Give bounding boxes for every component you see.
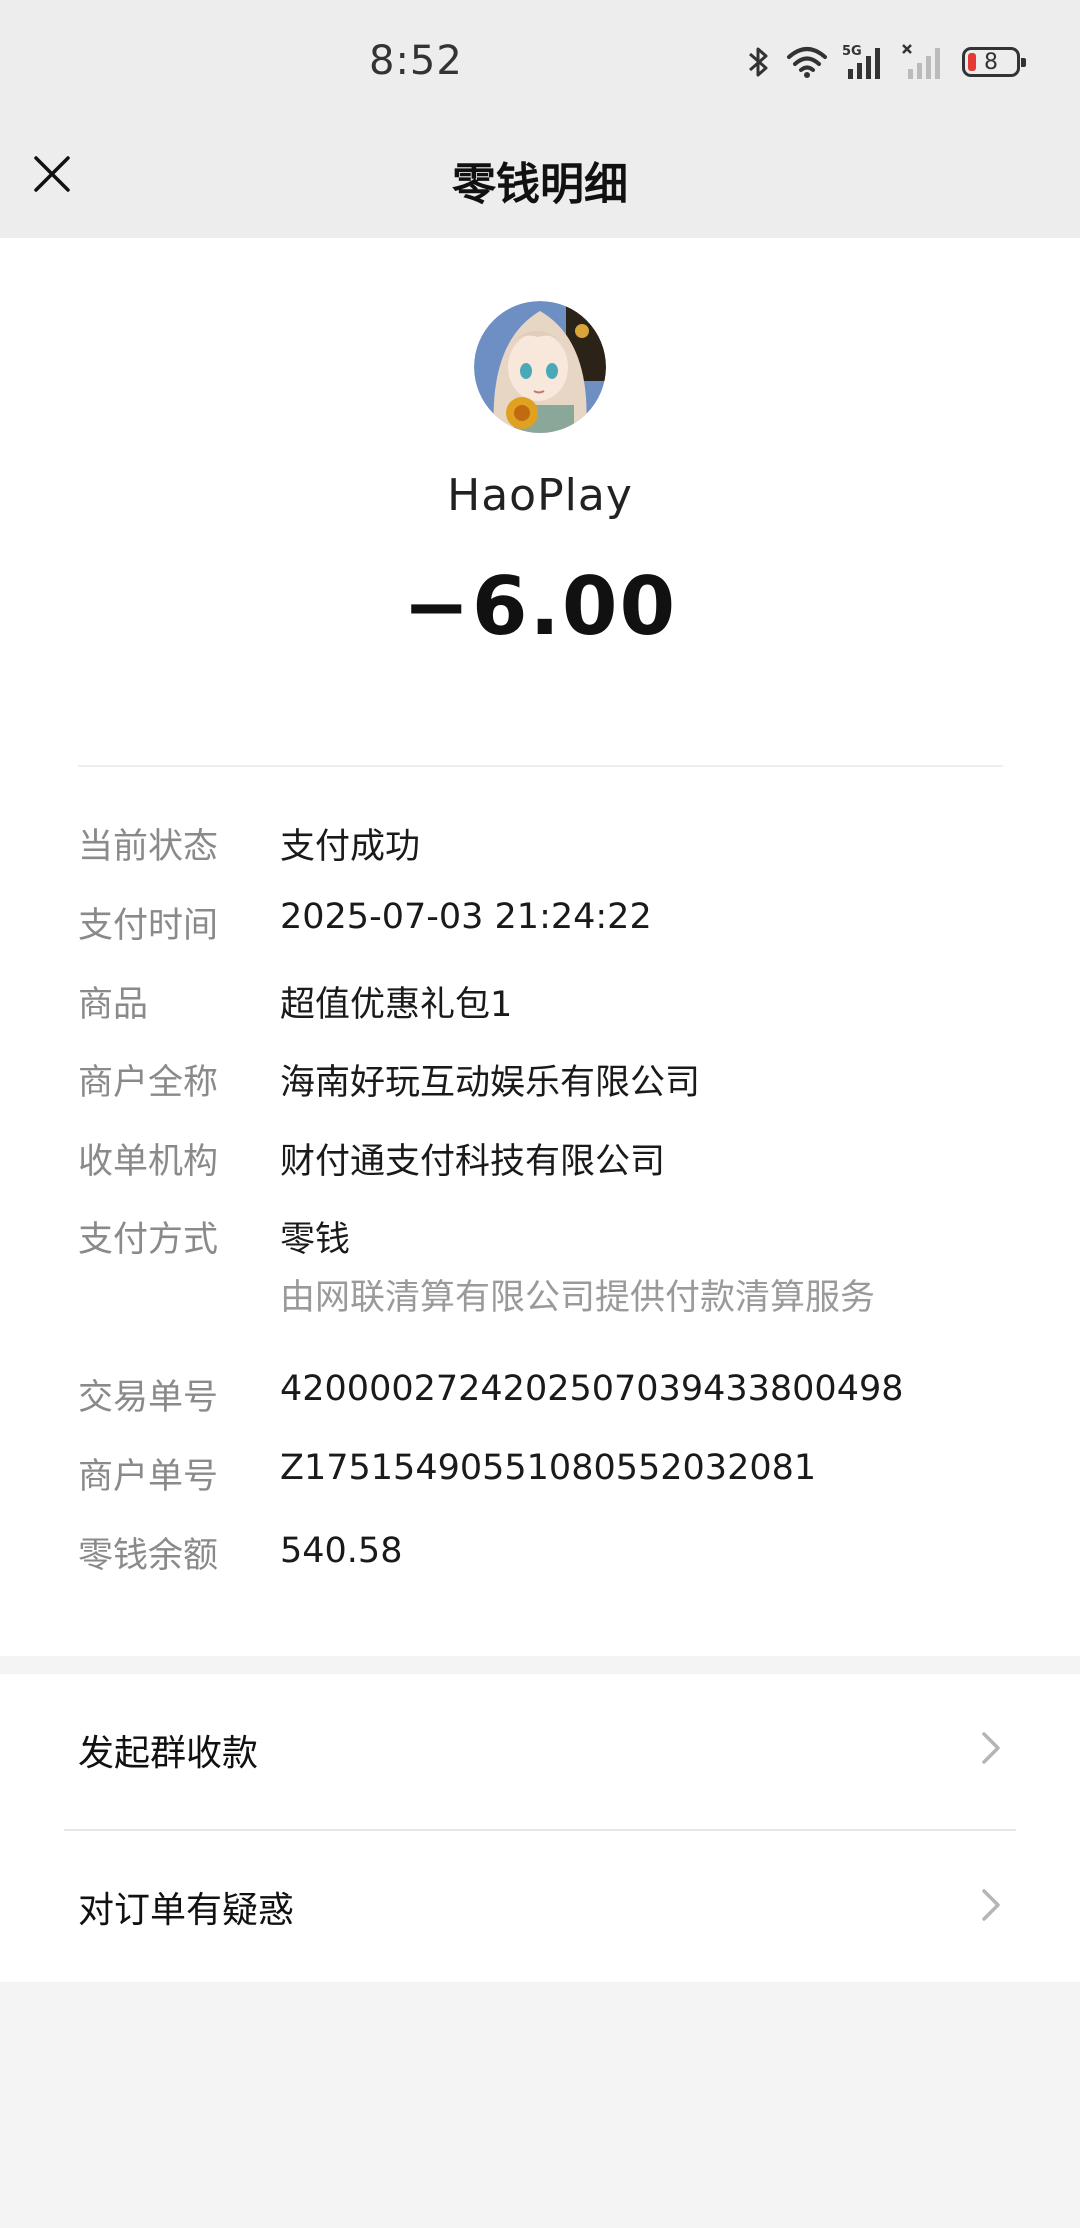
order-inquiry-button[interactable]: 对订单有疑惑 xyxy=(0,1831,1080,1985)
detail-label: 当前状态 xyxy=(78,827,219,867)
nav-bar: 零钱明细 xyxy=(0,120,1080,238)
detail-value: 超值优惠礼包1 xyxy=(280,985,513,1025)
status-icons: 5G 8 xyxy=(746,40,1026,84)
detail-value: 支付成功 xyxy=(280,827,421,867)
detail-value: 海南好玩互动娱乐有限公司 xyxy=(280,1063,701,1103)
transaction-card: HaoPlay −6.00 当前状态 支付成功 支付时间 2025-07-03 … xyxy=(0,238,1080,1656)
detail-label: 商品 xyxy=(78,985,149,1025)
action-list: 发起群收款 对订单有疑惑 xyxy=(0,1674,1080,1982)
status-bar: 8:52 5G 8 xyxy=(0,0,1080,120)
action-label: 发起群收款 xyxy=(78,1733,259,1774)
5g-signal-icon: 5G xyxy=(842,43,888,81)
detail-label: 零钱余额 xyxy=(78,1536,219,1576)
status-time: 8:52 xyxy=(369,38,463,84)
wifi-icon xyxy=(786,45,828,79)
divider xyxy=(78,765,1003,767)
transaction-amount: −6.00 xyxy=(402,560,678,653)
action-label: 对订单有疑惑 xyxy=(78,1890,295,1931)
battery-level: 8 xyxy=(984,49,998,75)
chevron-right-icon xyxy=(980,1730,1002,1770)
chevron-right-icon xyxy=(980,1887,1002,1927)
svg-text:5G: 5G xyxy=(842,44,862,59)
detail-subvalue: 由网联清算有限公司提供付款清算服务 xyxy=(280,1278,876,1318)
detail-value: 财付通支付科技有限公司 xyxy=(280,1142,666,1182)
detail-label: 支付方式 xyxy=(78,1220,219,1260)
detail-value: 4200002724202507039433800498 xyxy=(280,1369,904,1409)
detail-label: 支付时间 xyxy=(78,906,219,946)
detail-label: 收单机构 xyxy=(78,1142,219,1182)
detail-label: 商户全称 xyxy=(78,1063,219,1103)
detail-label: 交易单号 xyxy=(78,1378,219,1418)
detail-value: 零钱 xyxy=(280,1220,351,1260)
page-title: 零钱明细 xyxy=(452,159,628,210)
detail-value: Z17515490551080552032081 xyxy=(280,1448,817,1488)
battery-icon: 8 xyxy=(962,47,1026,77)
group-collect-button[interactable]: 发起群收款 xyxy=(0,1674,1080,1828)
bluetooth-icon xyxy=(746,44,772,80)
merchant-avatar xyxy=(474,301,606,433)
no-signal-icon xyxy=(902,43,948,81)
merchant-name: HaoPlay xyxy=(447,470,633,521)
detail-label: 商户单号 xyxy=(78,1457,219,1497)
detail-value: 540.58 xyxy=(280,1531,403,1571)
detail-value: 2025-07-03 21:24:22 xyxy=(280,897,652,937)
